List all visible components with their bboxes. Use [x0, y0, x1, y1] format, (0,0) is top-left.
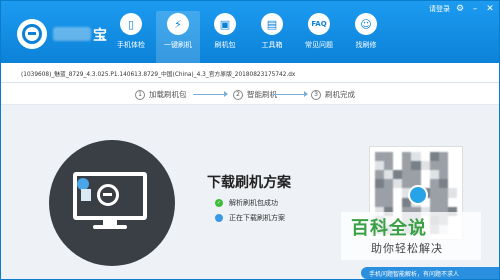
main-panel: 下载刷机方案 ✓ 解析刷机包成功 正在下载刷机方案 百科全说 助你轻松解决 手机…	[1, 106, 499, 279]
nav-label: 找刷修	[355, 41, 377, 49]
app-window: 宝 ▯ 手机体检 ⚡ 一键刷机 ▣ 刷机包 ▤ 工具箱 FAQ 常见问题 ☺ 找…	[0, 0, 500, 280]
nav-label: 刷机包	[214, 41, 236, 49]
login-link[interactable]: 请登录	[429, 4, 450, 14]
status-label: 解析刷机包成功	[229, 199, 278, 207]
help-banner-label: 手机问题智能解析，有问题不求人	[369, 270, 460, 278]
step-1: 1 加载刷机包	[135, 89, 187, 100]
nav-label: 常见问题	[305, 41, 333, 49]
nav-find-repair[interactable]: ☺ 找刷修	[344, 11, 388, 63]
step-number: 3	[311, 89, 321, 100]
app-logo-icon	[97, 184, 119, 206]
brand-name-blurred	[53, 27, 91, 41]
step-number: 2	[233, 89, 243, 100]
step-number: 1	[135, 89, 145, 100]
nav-one-click-flash[interactable]: ⚡ 一键刷机	[156, 11, 200, 63]
nav-label: 手机体检	[117, 41, 145, 49]
help-banner[interactable]: 手机问题智能解析，有问题不求人	[361, 267, 499, 279]
monitor-base	[93, 225, 127, 229]
watermark-subtitle: 助你轻松解决	[371, 242, 443, 255]
package-icon: ▣	[214, 13, 236, 35]
settings-icon[interactable]: ⚙	[455, 4, 465, 14]
file-icon	[81, 189, 91, 201]
close-icon[interactable]: ✕	[485, 4, 495, 14]
page-title: 下载刷机方案	[207, 175, 291, 191]
progress-steps: 1 加载刷机包 2 智能刷机 3 刷机完成	[1, 83, 499, 105]
nav-label: 工具箱	[261, 41, 283, 49]
status-item: 正在下载刷机方案	[215, 213, 285, 223]
qr-logo-icon	[408, 185, 428, 205]
header-bar: 宝 ▯ 手机体检 ⚡ 一键刷机 ▣ 刷机包 ▤ 工具箱 FAQ 常见问题 ☺ 找…	[1, 1, 499, 63]
nav-phone-check[interactable]: ▯ 手机体检	[109, 11, 153, 63]
step-arrow-icon	[193, 91, 228, 97]
window-controls: 请登录 ⚙ – ✕	[429, 4, 495, 14]
toolbox-icon: ▤	[261, 13, 283, 35]
phone-check-icon: ▯	[120, 13, 142, 35]
person-icon: ☺	[355, 13, 377, 35]
nav-faq[interactable]: FAQ 常见问题	[297, 11, 341, 63]
step-label: 加载刷机包	[149, 90, 187, 99]
nav-label: 一键刷机	[164, 41, 192, 49]
step-arrow-icon	[273, 91, 308, 97]
status-label: 正在下载刷机方案	[229, 214, 285, 222]
check-icon: ✓	[215, 199, 223, 207]
progress-dot-icon	[215, 214, 223, 222]
step-3: 3 刷机完成	[311, 89, 355, 100]
watermark-title: 百科全说	[351, 218, 427, 239]
app-logo	[17, 19, 47, 49]
lightning-icon: ⚡	[167, 13, 189, 35]
main-nav: ▯ 手机体检 ⚡ 一键刷机 ▣ 刷机包 ▤ 工具箱 FAQ 常见问题 ☺ 找刷修	[109, 11, 391, 63]
minimize-icon[interactable]: –	[470, 4, 480, 14]
nav-flash-package[interactable]: ▣ 刷机包	[203, 11, 247, 63]
step-label: 刷机完成	[325, 90, 355, 99]
file-path-text: (1039608)_魅蓝_8729_4.3.025.P1.140613.8729…	[21, 72, 296, 78]
status-item: ✓ 解析刷机包成功	[215, 198, 278, 208]
step-2: 2 智能刷机	[233, 89, 277, 100]
brand-suffix: 宝	[93, 28, 107, 44]
faq-icon: FAQ	[308, 13, 330, 35]
nav-toolbox[interactable]: ▤ 工具箱	[250, 11, 294, 63]
file-path-bar: (1039608)_魅蓝_8729_4.3.025.P1.140613.8729…	[1, 63, 499, 83]
